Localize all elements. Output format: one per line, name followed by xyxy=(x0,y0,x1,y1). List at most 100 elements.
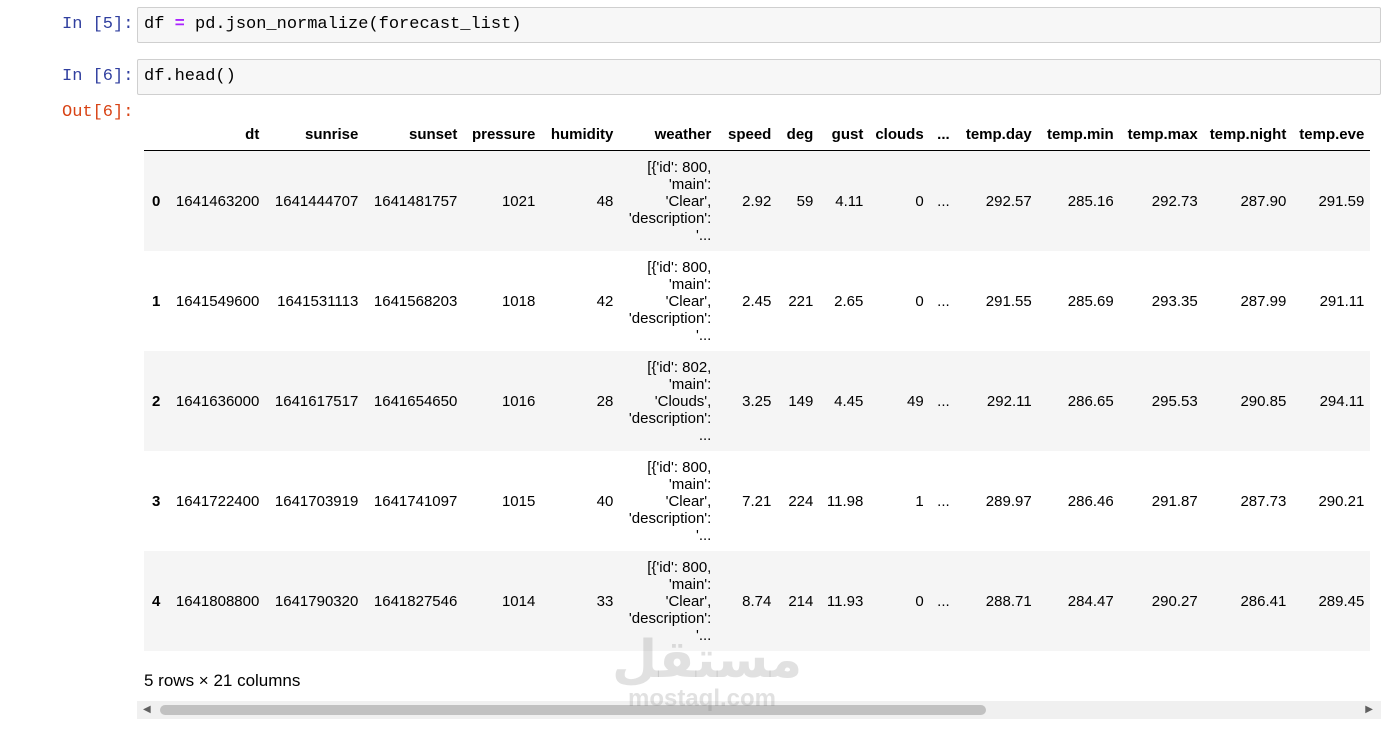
table-cell: 286.65 xyxy=(1067,392,1114,410)
table-cell: 1641463200 xyxy=(175,192,260,210)
code-operator: = xyxy=(174,15,185,34)
table-cell: 285.69 xyxy=(1067,292,1114,310)
dataframe-table: dt sunrise sunset pressure humidity weather sp… xyxy=(144,118,1371,651)
table-cell: 40 xyxy=(596,492,614,510)
table-cell: 0 xyxy=(915,192,924,210)
cell-6-prompt: In [6]: xyxy=(62,67,134,86)
table-cell: 1 xyxy=(915,492,924,510)
column-header: gust xyxy=(819,118,870,151)
table-cell: ... xyxy=(937,292,950,310)
cell-5-prompt: In [5]: xyxy=(62,15,134,34)
table-cell: 293.35 xyxy=(1151,292,1198,310)
column-header: temp.max xyxy=(1119,118,1204,151)
output-prompt: Out[6]: xyxy=(62,103,134,122)
table-cell: 291.59 xyxy=(1318,192,1365,210)
table-cell: 1641790320 xyxy=(274,592,359,610)
table-cell: 4.45 xyxy=(834,392,864,410)
table-cell: 290.85 xyxy=(1240,392,1287,410)
table-cell: 288.71 xyxy=(985,592,1032,610)
table-cell: 291.11 xyxy=(1319,292,1365,310)
column-header: humidity xyxy=(541,118,620,151)
table-cell: 2.45 xyxy=(742,292,772,310)
table-cell: 42 xyxy=(596,292,614,310)
table-cell: 221 xyxy=(788,292,814,310)
table-cell: 0 xyxy=(915,592,924,610)
table-cell: 49 xyxy=(907,392,924,410)
table-header-row: dt sunrise sunset pressure humidity weather sp… xyxy=(144,118,1371,151)
table-cell: 286.41 xyxy=(1240,592,1287,610)
table-cell: 1018 xyxy=(501,292,536,310)
table-cell: 1641654650 xyxy=(373,392,458,410)
table-cell: 287.99 xyxy=(1240,292,1287,310)
weather-cell: [{'id': 802, 'main': 'Clouds', 'descript… xyxy=(628,358,712,444)
table-cell: 285.16 xyxy=(1067,192,1114,210)
table-cell: 0 xyxy=(915,292,924,310)
table-cell: 1641568203 xyxy=(373,292,458,310)
table-row: 3 1641722400 1641703919 1641741097 1015 40 [{'… xyxy=(144,451,1370,551)
table-cell: 1641617517 xyxy=(274,392,359,410)
table-cell: 1641549600 xyxy=(175,292,260,310)
column-header: weather xyxy=(619,118,718,151)
table-cell: 1021 xyxy=(501,192,536,210)
column-header: temp.day xyxy=(955,118,1038,151)
column-header: ... xyxy=(929,118,956,151)
table-cell: 1016 xyxy=(501,392,536,410)
cell-6-input[interactable]: df.head() xyxy=(137,59,1381,95)
column-header: temp.night xyxy=(1203,118,1293,151)
table-cell: 292.73 xyxy=(1151,192,1198,210)
code-expression: pd.json_normalize(forecast_list) xyxy=(195,15,522,34)
table-cell: ... xyxy=(937,492,950,510)
table-row: 2 1641636000 1641617517 1641654650 1016 28 [{'… xyxy=(144,351,1371,451)
weather-cell: [{'id': 800, 'main': 'Clear', 'descripti… xyxy=(628,158,712,244)
column-header: pressure xyxy=(463,118,542,151)
cell-6-code: df.head() xyxy=(144,67,236,86)
table-cell: 224 xyxy=(788,492,814,510)
dataframe-shape: 5 rows × 21 columns xyxy=(144,671,301,690)
row-index: 0 xyxy=(152,192,161,210)
scrollbar-thumb[interactable] xyxy=(160,705,986,715)
cell-5-input[interactable]: df = pd.json_normalize(forecast_list) xyxy=(137,7,1381,43)
table-cell: 1641827546 xyxy=(373,592,458,610)
table-cell: ... xyxy=(937,192,950,210)
table-cell: 294.11 xyxy=(1319,392,1365,410)
table-row: 4 1641808800 1641790320 1641827546 1014 33 [{'… xyxy=(144,551,1371,651)
row-index: 1 xyxy=(152,292,161,310)
table-cell: 2.92 xyxy=(742,192,772,210)
table-cell: 287.90 xyxy=(1240,192,1287,210)
weather-cell: [{'id': 800, 'main': 'Clear', 'descripti… xyxy=(628,258,712,344)
scroll-right-icon[interactable]: ▶ xyxy=(1365,704,1373,715)
table-cell: 291.87 xyxy=(1151,492,1198,510)
table-cell: 28 xyxy=(596,392,614,410)
column-header: dt xyxy=(166,118,266,151)
column-header: clouds xyxy=(869,118,930,151)
table-cell: ... xyxy=(937,392,950,410)
column-header: speed xyxy=(717,118,778,151)
table-cell: 3.25 xyxy=(742,392,772,410)
column-header xyxy=(144,118,167,151)
row-index: 2 xyxy=(152,392,161,410)
code-variable: df xyxy=(144,15,165,34)
scroll-left-icon[interactable]: ◀ xyxy=(143,704,151,715)
table-row: 0 1641463200 1641444707 1641481757 1021 48 [{'… xyxy=(144,150,1371,251)
table-cell: 1015 xyxy=(501,492,536,510)
cell-5-code: df = pd.json_normalize(forecast_list) xyxy=(144,15,521,34)
table-cell: 289.45 xyxy=(1318,592,1365,610)
column-header: deg xyxy=(777,118,820,151)
column-header: temp.min xyxy=(1037,118,1120,151)
table-cell: 33 xyxy=(596,592,614,610)
horizontal-scrollbar[interactable]: ◀ ▶ xyxy=(137,701,1381,719)
row-index: 4 xyxy=(152,592,161,610)
table-cell: 290.21 xyxy=(1318,492,1365,510)
table-cell: ... xyxy=(937,592,950,610)
table-cell: 291.55 xyxy=(985,292,1032,310)
table-cell: 48 xyxy=(596,192,614,210)
table-cell: 284.47 xyxy=(1067,592,1114,610)
table-cell: 290.27 xyxy=(1151,592,1198,610)
weather-cell: [{'id': 800, 'main': 'Clear', 'descripti… xyxy=(628,558,712,644)
table-cell: 1641741097 xyxy=(373,492,458,510)
table-cell: 1014 xyxy=(501,592,536,610)
table-cell: 295.53 xyxy=(1151,392,1198,410)
weather-cell: [{'id': 800, 'main': 'Clear', 'descripti… xyxy=(628,458,712,544)
table-cell: 1641481757 xyxy=(373,192,458,210)
column-header: temp.eve xyxy=(1292,118,1371,151)
